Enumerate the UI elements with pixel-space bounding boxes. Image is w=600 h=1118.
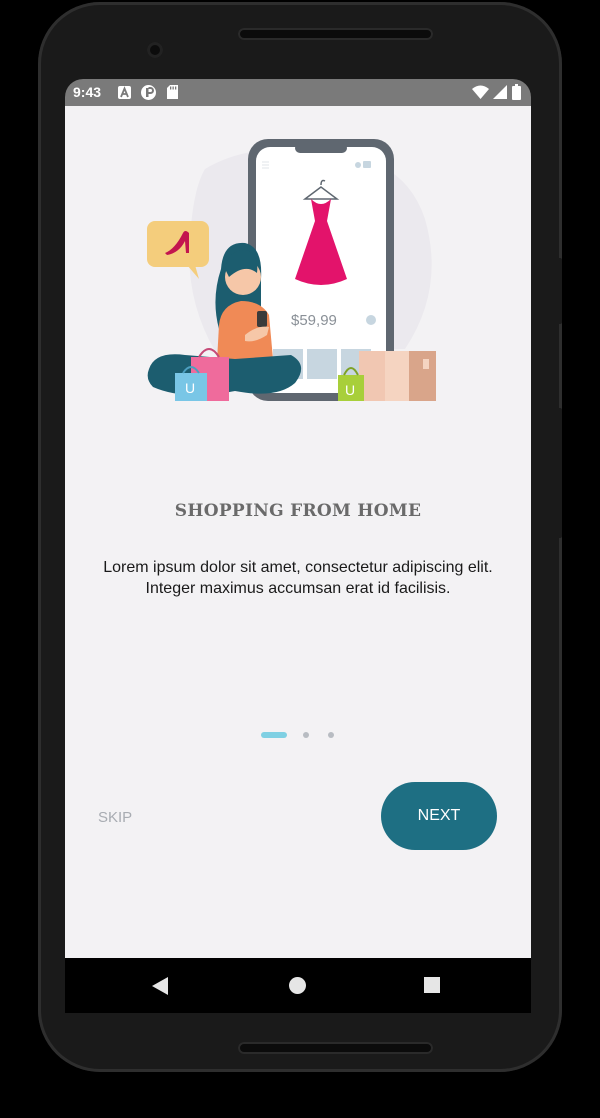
onboarding-title: SHOPPING FROM HOME xyxy=(174,501,422,521)
wifi-icon xyxy=(472,85,489,99)
next-button-label: NEXT xyxy=(417,807,461,824)
shopping-illustration: $59,99 U U xyxy=(147,139,436,401)
recents-icon[interactable] xyxy=(424,977,440,993)
signal-icon xyxy=(493,85,507,99)
next-button[interactable]: NEXT xyxy=(381,782,497,850)
screen: 9:43 $59,99 U U SHOPPING FROM HOME Lorem… xyxy=(65,79,531,1013)
volume-button xyxy=(556,408,562,538)
battery-icon xyxy=(512,84,521,100)
page-dot xyxy=(303,732,309,738)
home-icon[interactable] xyxy=(289,977,306,994)
power-button xyxy=(556,258,562,324)
svg-text:U: U xyxy=(345,382,355,398)
skip-button[interactable]: SKIP xyxy=(98,809,132,826)
page-dot xyxy=(328,732,334,738)
sync-icon xyxy=(141,85,156,100)
status-bar: 9:43 xyxy=(65,79,531,106)
bottom-speaker xyxy=(238,1042,433,1054)
price-label: $59,99 xyxy=(291,312,337,329)
back-icon[interactable] xyxy=(152,977,168,995)
svg-text:U: U xyxy=(185,380,195,396)
onboarding-page: $59,99 U U SHOPPING FROM HOME Lorem ipsu… xyxy=(65,106,531,958)
a-icon xyxy=(118,86,131,99)
navigation-bar xyxy=(65,958,531,1013)
sd-card-icon xyxy=(167,85,178,99)
onboarding-description: Lorem ipsum dolor sit amet, consectetur … xyxy=(103,559,493,597)
page-dot-active xyxy=(261,732,287,738)
status-time: 9:43 xyxy=(73,84,102,100)
earpiece-speaker xyxy=(238,28,433,40)
front-camera xyxy=(147,42,163,58)
